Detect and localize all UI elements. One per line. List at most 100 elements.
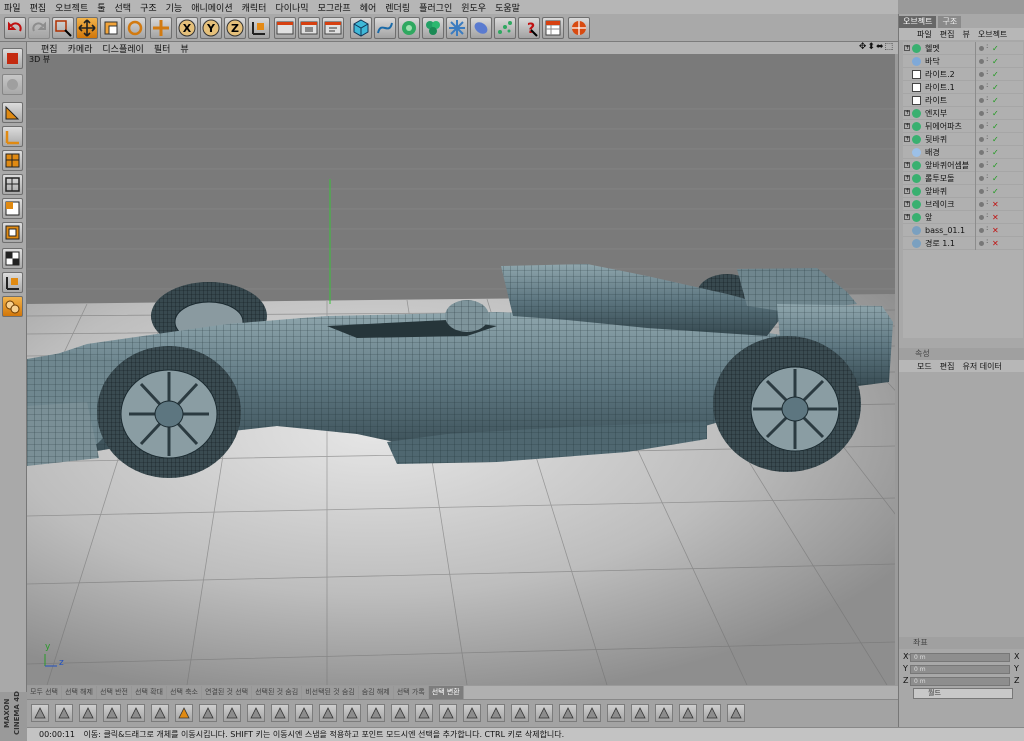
deformer-icon[interactable] [446,17,468,39]
object-name[interactable]: 뒷바퀴 [925,133,947,146]
z-axis-icon[interactable]: Z [224,17,246,39]
menu-dynamics[interactable]: 다이나믹 [275,1,308,14]
enable-check-icon[interactable]: ✓ [992,94,999,107]
triangulate-icon[interactable] [439,704,457,722]
menu-edit[interactable]: 편집 [30,1,47,14]
attr-menu-mode[interactable]: 모드 [917,361,932,372]
render-dots-icon[interactable]: : [986,212,989,222]
mode-tab[interactable]: 선택 가록 [393,686,429,699]
visibility-dot-icon[interactable] [979,111,984,116]
visibility-dot-icon[interactable] [979,150,984,155]
visibility-dot-icon[interactable] [979,215,984,220]
points-mode-icon[interactable] [2,174,23,195]
texture-mode-icon[interactable] [2,150,23,171]
object-row[interactable]: 바닥: ✓ [903,55,1023,68]
object-row[interactable]: + 브레이크: ✕ [903,198,1023,211]
expand-toggle-icon[interactable]: + [904,175,910,181]
coord-system-icon[interactable] [248,17,270,39]
object-name[interactable]: 앞바퀴어셈블 [925,159,969,172]
model-mode-icon[interactable] [2,102,23,123]
enable-check-icon[interactable]: ✓ [992,81,999,94]
slide-icon[interactable] [631,704,649,722]
mode-tab[interactable]: 선택 확대 [132,686,167,699]
menu-hair[interactable]: 헤어 [360,1,377,14]
enable-check-icon[interactable]: ✓ [992,107,999,120]
nurbs-icon[interactable] [398,17,420,39]
render-dots-icon[interactable]: : [986,225,989,235]
tab-objects[interactable]: 오브젝트 [899,16,937,28]
attr-menu-userdata[interactable]: 유저 데이터 [962,361,1001,372]
render-dots-icon[interactable]: : [986,43,989,53]
object-row[interactable]: + 엔지부: ✓ [903,107,1023,120]
coord-x-input[interactable]: 0 m [910,653,1010,662]
render-picture-icon[interactable] [298,17,320,39]
menu-object[interactable]: 오브젝트 [55,1,88,14]
render-dots-icon[interactable]: : [986,134,989,144]
redo-icon[interactable] [28,17,50,39]
expand-toggle-icon[interactable]: + [904,136,910,142]
object-row[interactable]: + 헬멧: ✓ [903,42,1023,55]
select-icon[interactable] [52,17,74,39]
visibility-dot-icon[interactable] [979,189,984,194]
enable-check-icon[interactable]: ✓ [992,120,999,133]
snap-icon[interactable] [2,272,23,293]
add-icon[interactable] [150,17,172,39]
menu-plugins[interactable]: 플러그인 [419,1,452,14]
live-select-icon[interactable] [679,704,697,722]
mode-tab[interactable]: 선택 반전 [97,686,132,699]
visibility-dot-icon[interactable] [979,202,984,207]
extrude-icon[interactable] [55,704,73,722]
menu-structure[interactable]: 구조 [140,1,157,14]
knife-icon[interactable] [31,704,49,722]
mode-tab[interactable]: 비선택된 것 숨김 [302,686,359,699]
particle-icon[interactable] [494,17,516,39]
object-row[interactable]: + 앞바퀴어셈블: ✓ [903,159,1023,172]
enable-check-icon[interactable]: ✕ [992,211,999,224]
render-dots-icon[interactable]: : [986,186,989,196]
object-row[interactable]: + 뒤에어파츠: ✓ [903,120,1023,133]
menu-help[interactable]: 도움말 [495,1,520,14]
smooth-icon[interactable] [271,704,289,722]
object-row[interactable]: 배경: ✓ [903,146,1023,159]
brush-icon[interactable] [127,704,145,722]
spline-icon[interactable] [374,17,396,39]
mode-tab[interactable]: 연결된 것 선택 [202,686,253,699]
object-name[interactable]: 앞 [925,211,932,224]
optimize-icon[interactable] [367,704,385,722]
clone-icon[interactable] [559,704,577,722]
render-dots-icon[interactable]: : [986,173,989,183]
enable-check-icon[interactable]: ✓ [992,146,999,159]
bevel-icon[interactable] [79,704,97,722]
mode-tab[interactable]: 모두 선택 [27,686,62,699]
render-dots-icon[interactable]: : [986,82,989,92]
coord-z-input[interactable]: 0 m [910,677,1010,686]
enable-check-icon[interactable]: ✓ [992,172,999,185]
visibility-dot-icon[interactable] [979,46,984,51]
render-settings-icon[interactable] [322,17,344,39]
visibility-dot-icon[interactable] [979,241,984,246]
object-name[interactable]: 롤투모돌 [925,172,954,185]
coord-mode-select[interactable]: 월드 [913,688,1013,699]
expand-toggle-icon[interactable]: + [904,162,910,168]
object-row[interactable]: + 앞바퀴: ✓ [903,185,1023,198]
rect-select-icon[interactable] [703,704,721,722]
sculpt-icon[interactable] [2,296,23,317]
split-icon[interactable] [391,704,409,722]
rotate-icon[interactable] [124,17,146,39]
object-row[interactable]: 라이트: ✓ [903,94,1023,107]
menu-window[interactable]: 윈도우 [461,1,486,14]
viewport-nav-icons[interactable]: ✥⬍⬌⬚ [859,42,894,52]
visibility-dot-icon[interactable] [979,176,984,181]
menu-file[interactable]: 파일 [4,1,21,14]
stitch-icon[interactable] [607,704,625,722]
mode-tab[interactable]: 선택 축소 [167,686,202,699]
enable-check-icon[interactable]: ✓ [992,159,999,172]
object-name[interactable]: 브레이크 [925,198,954,211]
y-axis-icon[interactable]: Y [200,17,222,39]
object-name[interactable]: 뒤에어파츠 [925,120,962,133]
visibility-dot-icon[interactable] [979,85,984,90]
weld-icon[interactable] [199,704,217,722]
object-name[interactable]: 라이트.2 [925,68,955,81]
help-icon[interactable]: ? [518,17,540,39]
object-row[interactable]: 경로 1.1: ✕ [903,237,1023,250]
